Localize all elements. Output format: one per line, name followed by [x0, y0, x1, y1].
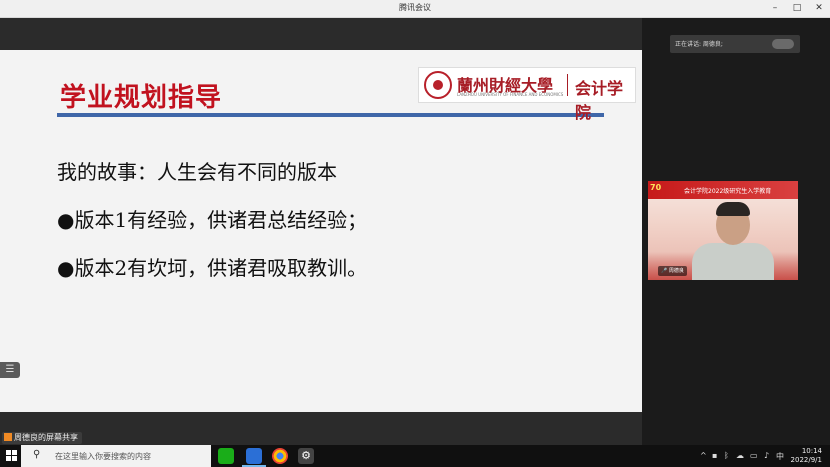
slide-line-2: ●版本1有经验，供诸君总结经验；: [57, 208, 368, 232]
speaker-body: [692, 243, 774, 280]
share-label-text: 周德良的屏幕共享: [14, 433, 78, 442]
minimize-button[interactable]: –: [764, 0, 786, 17]
search-icon: ⚲: [33, 449, 41, 460]
windows-taskbar: ⚲ 在这里输入你要搜索的内容 ⚙ ^ ▪ ᛒ ☁ ▭ ♪ 中 10:14 202…: [0, 445, 830, 467]
participant-video[interactable]: 会计学院2022级研究生入学教育 70 🎤 周德良: [648, 181, 798, 280]
speaking-label: 正在讲话: 周德良;: [675, 41, 723, 48]
slide-divider: [57, 113, 604, 117]
clock-time: 10:14: [801, 447, 822, 455]
volume-icon[interactable]: ♪: [764, 451, 769, 460]
window-titlebar: 腾讯会议 – □ ✕: [0, 0, 830, 18]
person-icon: [4, 433, 12, 441]
wechat-icon[interactable]: [218, 448, 234, 464]
windows-start-icon[interactable]: [6, 450, 18, 462]
chrome-icon[interactable]: [272, 448, 288, 464]
university-seal-icon: [424, 71, 452, 99]
clock-date: 2022/9/1: [790, 456, 822, 464]
tray-chevron-icon[interactable]: ^: [700, 451, 707, 460]
list-icon[interactable]: ☰: [0, 362, 20, 378]
video-name-text: 周德良: [668, 268, 684, 274]
slide-line-1: 我的故事：人生会有不同的版本: [57, 160, 337, 184]
video-banner-text: 会计学院2022级研究生入学教育: [684, 188, 772, 195]
taskbar-search[interactable]: ⚲ 在这里输入你要搜索的内容: [21, 445, 211, 467]
bluetooth-icon[interactable]: ᛒ: [724, 451, 729, 460]
anniversary-badge: 70: [650, 183, 662, 192]
stage-bottom-strip: [0, 412, 642, 445]
cloud-icon[interactable]: ☁: [736, 451, 744, 460]
search-placeholder: 在这里输入你要搜索的内容: [55, 452, 151, 461]
share-toolbar-area: [0, 18, 642, 50]
network-icon[interactable]: ▭: [750, 451, 758, 460]
tencent-meeting-icon[interactable]: [246, 448, 262, 464]
video-banner: 会计学院2022级研究生入学教育: [648, 181, 798, 199]
slide-title: 学业规划指导: [60, 83, 223, 113]
logo-separator: [567, 74, 568, 96]
slide-line-3: ●版本2有坎坷，供诸君吸取教训。: [57, 256, 368, 280]
tray-app-icon[interactable]: ▪: [712, 451, 717, 460]
shared-slide: 学业规划指导 蘭州財經大學 LANZHOU UNIVERSITY OF FINA…: [0, 50, 642, 412]
close-button[interactable]: ✕: [808, 0, 830, 17]
speaker-hair: [716, 202, 750, 216]
university-logo: 蘭州財經大學 LANZHOU UNIVERSITY OF FINANCE AND…: [418, 67, 636, 122]
taskbar-clock[interactable]: 10:14 2022/9/1: [782, 447, 822, 465]
settings-gear-icon[interactable]: ⚙: [298, 448, 314, 464]
video-participant-name: 🎤 周德良: [658, 266, 687, 276]
logo-school-name: 会计学院: [575, 79, 624, 122]
window-title: 腾讯会议: [399, 3, 431, 12]
screen-share-label: 周德良的屏幕共享: [2, 432, 82, 444]
maximize-button[interactable]: □: [786, 0, 808, 17]
microphone-icon: 🎤: [661, 268, 668, 274]
audio-wave-icon: [772, 39, 794, 49]
logo-university-english: LANZHOU UNIVERSITY OF FINANCE AND ECONOM…: [457, 92, 564, 97]
speaking-indicator: 正在讲话: 周德良;: [670, 35, 800, 53]
